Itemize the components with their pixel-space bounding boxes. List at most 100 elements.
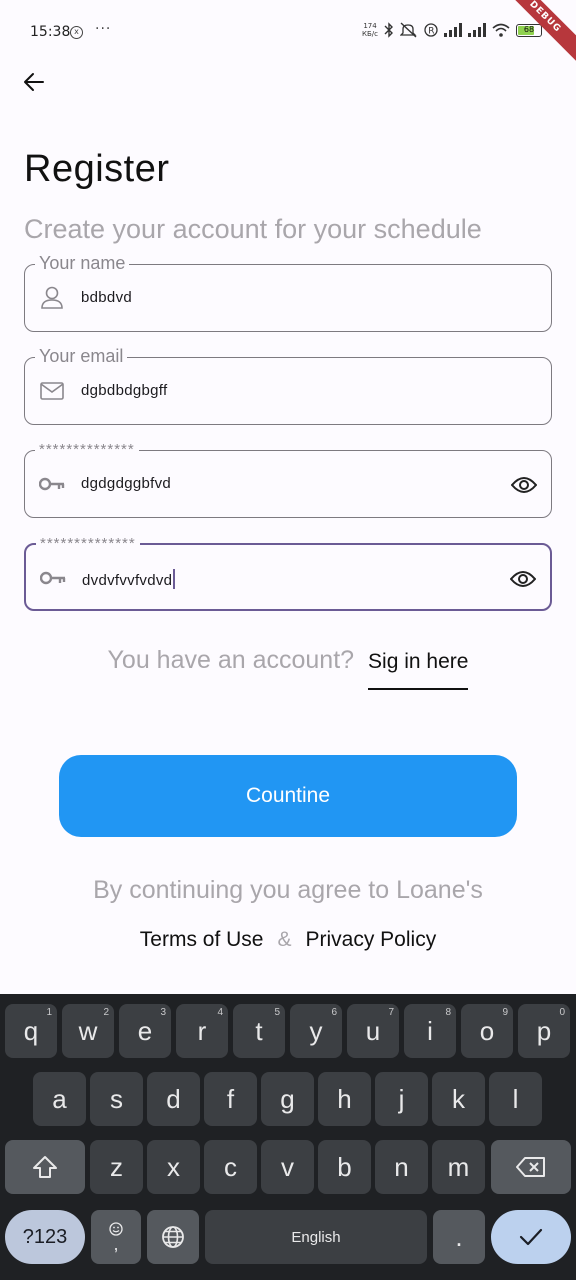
- svg-text:R: R: [428, 27, 434, 37]
- key-x[interactable]: x: [147, 1140, 200, 1194]
- name-input[interactable]: bdbdvd: [81, 289, 132, 306]
- globe-icon: [162, 1226, 184, 1248]
- key-hint: 0: [559, 1007, 565, 1018]
- key-m[interactable]: m: [432, 1140, 485, 1194]
- key-j[interactable]: j: [375, 1072, 428, 1126]
- key-w[interactable]: w2: [62, 1004, 114, 1058]
- key-icon: [40, 565, 66, 591]
- key-label: u: [365, 1015, 381, 1046]
- battery-level: 68: [523, 24, 535, 34]
- eye-icon: [510, 571, 536, 587]
- name-field-label: Your name: [35, 253, 130, 273]
- key-hint: 7: [388, 1007, 394, 1018]
- notification-icon: x: [70, 26, 83, 39]
- key-p[interactable]: p0: [518, 1004, 570, 1058]
- key-r[interactable]: r4: [176, 1004, 228, 1058]
- language-key[interactable]: [147, 1210, 199, 1264]
- key-g[interactable]: g: [261, 1072, 314, 1126]
- registered-icon: R: [424, 23, 438, 37]
- signal-1-icon: [444, 23, 462, 37]
- continue-button[interactable]: Countine: [59, 755, 517, 837]
- password-field-label: **************: [35, 440, 139, 460]
- key-hint: 6: [331, 1007, 337, 1018]
- key-o[interactable]: o9: [461, 1004, 513, 1058]
- confirm-password-input[interactable]: dvdvfvvfvdvd: [82, 569, 175, 589]
- shift-icon: [33, 1156, 57, 1178]
- key-label: q: [23, 1015, 39, 1046]
- key-b[interactable]: b: [318, 1140, 371, 1194]
- name-field[interactable]: Your name bdbdvd: [24, 253, 552, 332]
- key-label: r: [197, 1015, 207, 1046]
- key-f[interactable]: f: [204, 1072, 257, 1126]
- terms-of-use-link[interactable]: Terms of Use: [140, 928, 264, 952]
- key-hint: 4: [217, 1007, 223, 1018]
- password-field[interactable]: ************** dgdgdggbfvd: [24, 440, 552, 518]
- key-a[interactable]: a: [33, 1072, 86, 1126]
- key-label: o: [479, 1015, 495, 1046]
- network-speed-unit: КБ/с: [362, 30, 378, 38]
- email-input[interactable]: dgbdbdgbgff: [81, 382, 167, 399]
- status-icons: 174 КБ/с R 68: [362, 22, 542, 38]
- email-field-label: Your email: [35, 346, 128, 366]
- key-hint: 8: [445, 1007, 451, 1018]
- signin-row: You have an account? Sig in here: [0, 646, 576, 690]
- backspace-key[interactable]: [491, 1140, 571, 1194]
- checkmark-icon: [519, 1228, 543, 1246]
- back-button[interactable]: [18, 66, 50, 98]
- shift-key[interactable]: [5, 1140, 85, 1194]
- key-t[interactable]: t5: [233, 1004, 285, 1058]
- key-q[interactable]: q1: [5, 1004, 57, 1058]
- page-title: Register: [24, 148, 170, 190]
- backspace-icon: [516, 1157, 545, 1177]
- emoji-comma-key[interactable]: ,: [91, 1210, 141, 1264]
- key-s[interactable]: s: [90, 1072, 143, 1126]
- key-z[interactable]: z: [90, 1140, 143, 1194]
- password-input[interactable]: dgdgdggbfvd: [81, 475, 171, 492]
- key-label: e: [137, 1015, 153, 1046]
- key-label: y: [309, 1015, 323, 1046]
- text-cursor: [173, 569, 175, 589]
- key-n[interactable]: n: [375, 1140, 428, 1194]
- key-k[interactable]: k: [432, 1072, 485, 1126]
- key-hint: 5: [274, 1007, 280, 1018]
- more-notifications-icon: ···: [95, 21, 112, 37]
- page-subtitle: Create your account for your schedule: [24, 214, 482, 244]
- enter-key[interactable]: [491, 1210, 571, 1264]
- key-l[interactable]: l: [489, 1072, 542, 1126]
- key-e[interactable]: e3: [119, 1004, 171, 1058]
- key-hint: 9: [502, 1007, 508, 1018]
- bluetooth-icon: [384, 22, 393, 38]
- period-key[interactable]: .: [433, 1210, 485, 1264]
- key-c[interactable]: c: [204, 1140, 257, 1194]
- mail-icon: [39, 378, 65, 404]
- key-v[interactable]: v: [261, 1140, 314, 1194]
- key-i[interactable]: i8: [404, 1004, 456, 1058]
- key-d[interactable]: d: [147, 1072, 200, 1126]
- arrow-back-icon: [24, 73, 44, 91]
- network-speed: 174 КБ/с: [362, 22, 378, 38]
- key-u[interactable]: u7: [347, 1004, 399, 1058]
- key-icon: [39, 471, 65, 497]
- soft-keyboard: q1 w2 e3 r4 t5 y6 u7 i8 o9 p0 a s d f g …: [0, 994, 576, 1280]
- key-hint: 2: [103, 1007, 109, 1018]
- password-visibility-toggle[interactable]: [509, 470, 539, 500]
- symbols-key[interactable]: ?123: [5, 1210, 85, 1264]
- key-h[interactable]: h: [318, 1072, 371, 1126]
- network-speed-value: 174: [363, 22, 377, 30]
- confirm-password-visibility-toggle[interactable]: [508, 564, 538, 594]
- status-time: 15:38: [30, 24, 71, 40]
- signin-link[interactable]: Sig in here: [368, 650, 469, 690]
- person-icon: [39, 285, 65, 311]
- key-label: t: [255, 1015, 263, 1046]
- email-field[interactable]: Your email dgbdbdgbgff: [24, 346, 552, 425]
- privacy-policy-link[interactable]: Privacy Policy: [306, 928, 437, 952]
- key-y[interactable]: y6: [290, 1004, 342, 1058]
- key-hint: 1: [46, 1007, 52, 1018]
- space-key[interactable]: English: [205, 1210, 427, 1264]
- signin-prompt: You have an account?: [107, 646, 355, 674]
- key-label: w: [78, 1015, 98, 1046]
- confirm-password-field[interactable]: ************** dvdvfvvfvdvd: [24, 534, 552, 611]
- mute-icon: [400, 22, 417, 38]
- signal-2-icon: [468, 23, 486, 37]
- agree-text: By continuing you agree to Loane's: [93, 876, 483, 904]
